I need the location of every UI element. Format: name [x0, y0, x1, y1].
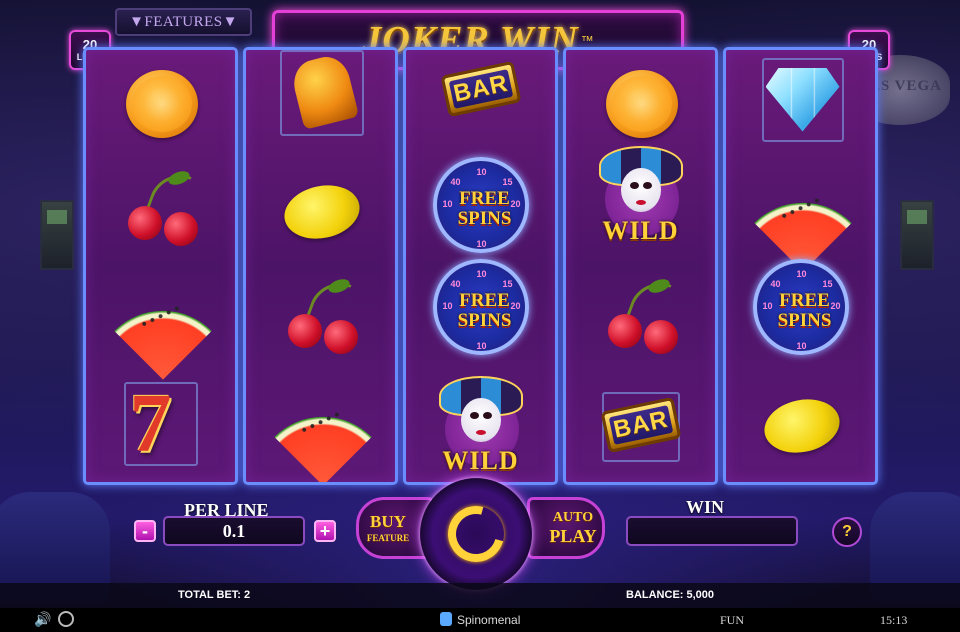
reel-5: 10 40 15 10 20 10 FREE SPINS — [723, 47, 878, 485]
background-slot-machine — [40, 200, 74, 270]
symbol-cherry — [566, 266, 715, 371]
spinomenal-logo-icon — [440, 612, 452, 626]
free-spins-text: SPINS — [777, 309, 832, 331]
orange-icon — [605, 69, 678, 138]
spin-button[interactable] — [420, 478, 532, 590]
cherry-icon — [276, 273, 366, 364]
win-value — [626, 516, 798, 546]
watermelon-icon — [113, 274, 212, 380]
symbol-diamond — [726, 50, 875, 155]
symbol-free-spins: 10 40 15 10 20 10 FREE SPINS — [726, 256, 875, 361]
spin-arrow-icon — [437, 495, 515, 573]
symbol-watermelon — [86, 266, 235, 380]
watermelon-icon — [273, 380, 372, 482]
game-mode: FUN — [720, 613, 745, 627]
background-slot-machine — [900, 200, 934, 270]
bar-icon: BAR — [439, 60, 522, 117]
symbol-cherry — [86, 158, 235, 263]
free-spins-text: FREE — [779, 289, 830, 311]
auto-label: AUTO — [552, 510, 594, 525]
help-button[interactable]: ? — [832, 517, 862, 547]
symbol-orange — [566, 50, 715, 155]
bet-plus-button[interactable]: + — [314, 520, 336, 542]
bell-icon — [276, 51, 366, 148]
total-bet: TOTAL BET: 2 — [178, 589, 251, 601]
symbol-lemon — [726, 372, 875, 477]
symbol-bar: BAR — [406, 50, 555, 141]
reel-4: WILD BAR — [563, 47, 718, 485]
auto-sub-label: PLAY — [549, 526, 597, 546]
cherry-icon — [116, 165, 206, 256]
trademark: ™ — [580, 32, 594, 48]
features-button[interactable]: ▼FEATURES▼ — [115, 8, 252, 36]
diamond-icon — [756, 58, 846, 148]
free-spins-text: SPINS — [457, 207, 512, 229]
free-spins-wheel-icon: 10 40 15 10 20 10 FREE SPINS — [431, 258, 531, 359]
symbol-watermelon — [246, 372, 395, 482]
symbol-cherry — [246, 266, 395, 371]
symbol-free-spins: 10 40 15 10 20 10 FREE SPINS — [406, 256, 555, 361]
sound-icon[interactable]: 🔊 — [34, 611, 51, 628]
status-bar: 🔊 Spinomenal FUN 15:13 — [0, 608, 960, 632]
cherry-icon — [596, 273, 686, 364]
free-spins-wheel-icon: 10 40 15 10 20 10 FREE SPINS — [431, 156, 531, 257]
symbol-lemon — [246, 158, 395, 263]
wild-text: WILD — [442, 446, 519, 475]
symbol-orange — [86, 50, 235, 155]
provider-name: Spinomenal — [457, 613, 521, 627]
free-spins-text: SPINS — [457, 309, 512, 331]
symbol-bar: BAR — [566, 372, 715, 477]
free-spins-wheel-icon: 10 40 15 10 20 10 FREE SPINS — [751, 258, 851, 359]
symbol-watermelon — [726, 158, 875, 272]
free-spins-text: FREE — [459, 289, 510, 311]
symbol-seven: 7 — [86, 372, 235, 477]
joker-icon: WILD — [595, 146, 687, 251]
clock: 15:13 — [880, 613, 908, 627]
buy-sub-label: FEATURE — [366, 533, 410, 543]
info-strip: TOTAL BET: 2 BALANCE: 5,000 — [0, 583, 960, 608]
free-spins-text: FREE — [459, 187, 510, 209]
watermelon-icon — [753, 166, 852, 272]
symbol-free-spins: 10 40 15 10 20 10 FREE SPINS — [406, 154, 555, 259]
bet-minus-button[interactable]: - — [134, 520, 156, 542]
reel-1: 7 — [83, 47, 238, 485]
auto-play-button[interactable]: AUTO PLAY — [527, 497, 605, 559]
settings-icon[interactable] — [58, 611, 74, 627]
reel-3: BAR 10 40 15 10 20 10 FREE SPINS 10 40 15… — [403, 47, 558, 485]
balance: BALANCE: 5,000 — [626, 589, 715, 601]
joker-icon: WILD — [435, 376, 527, 481]
per-line-value: 0.1 — [163, 516, 305, 546]
win-label: WIN — [686, 497, 725, 517]
symbol-wild: WILD — [406, 376, 555, 481]
buy-label: BUY — [370, 512, 406, 531]
orange-icon — [125, 69, 198, 138]
bar-icon: BAR — [599, 396, 682, 453]
lemon-icon — [278, 178, 365, 245]
reel-2 — [243, 47, 398, 485]
symbol-wild: WILD — [566, 146, 715, 251]
wild-text: WILD — [602, 216, 679, 245]
lemon-icon — [758, 392, 845, 459]
symbol-bell — [246, 50, 395, 155]
seven-icon: 7 — [129, 376, 172, 470]
